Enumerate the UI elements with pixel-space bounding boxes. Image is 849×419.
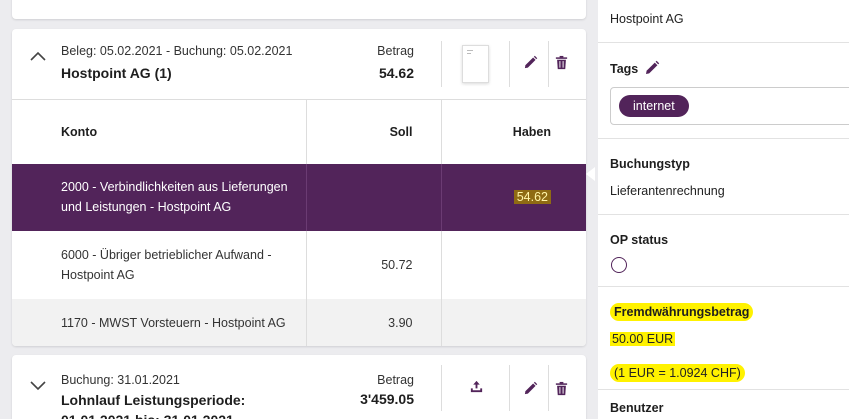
fx-label: Fremdwährungsbetrag <box>610 303 754 321</box>
divider <box>548 41 549 87</box>
row-soll <box>306 163 442 231</box>
detail-pointer <box>586 167 595 181</box>
divider <box>441 41 442 87</box>
highlighted-amount: 54.62 <box>513 190 551 204</box>
row-konto: 6000 - Übriger betrieblicher Aufwand - H… <box>12 230 307 299</box>
op-status-label: OP status <box>610 233 669 247</box>
buchungstyp-label: Buchungstyp <box>610 157 690 171</box>
journal-entry-card: Beleg: 05.02.2021 - Buchung: 05.02.2021 … <box>12 29 586 346</box>
previous-entry-card <box>12 0 586 19</box>
divider <box>598 138 849 139</box>
amount-value: 54.62 <box>378 65 414 81</box>
column-haben: Haben <box>441 99 586 164</box>
benutzer-label: Benutzer <box>610 401 664 415</box>
table-row[interactable]: 6000 - Übriger betrieblicher Aufwand - H… <box>12 230 586 299</box>
tag-chip[interactable]: internet <box>619 95 689 117</box>
divider <box>441 365 442 411</box>
table-row-selected[interactable]: 2000 - Verbindlichkeiten aus Lieferungen… <box>12 163 586 231</box>
divider <box>509 365 510 411</box>
edit-tags-icon[interactable] <box>644 60 660 76</box>
buchungstyp-value: Lieferantenrechnung <box>610 184 725 198</box>
creditor-name: Hostpoint AG <box>610 12 684 26</box>
amount-value: 3'459.05 <box>360 391 414 407</box>
amount-label: Betrag <box>377 44 414 58</box>
divider <box>548 365 549 411</box>
fx-rate-text: (1 EUR = 1.0924 CHF) <box>610 364 745 382</box>
tags-label: Tags <box>610 62 639 76</box>
row-soll: 50.72 <box>306 230 442 299</box>
entry-lines-table: Konto Soll Haben 2000 - Verbindlichkeite… <box>12 99 586 346</box>
fx-rate: (1 EUR = 1.0924 CHF) <box>610 364 745 382</box>
amount-label: Betrag <box>377 373 414 387</box>
entry-header[interactable]: Beleg: 05.02.2021 - Buchung: 05.02.2021 … <box>12 29 586 99</box>
tags-input[interactable]: internet <box>610 87 849 125</box>
table-header-row: Konto Soll Haben <box>12 99 586 164</box>
detail-panel: Hostpoint AG Tags internet Buchungstyp L… <box>598 0 849 419</box>
row-konto: 2000 - Verbindlichkeiten aus Lieferungen… <box>12 163 307 231</box>
op-status-radio[interactable] <box>611 257 627 273</box>
edit-icon[interactable] <box>521 53 539 71</box>
edit-icon[interactable] <box>521 379 539 397</box>
chevron-up-icon[interactable] <box>29 47 47 65</box>
entry-title: Lohnlauf Leistungsperiode: 01.01.2021 bi… <box>61 392 246 419</box>
divider <box>598 389 849 390</box>
journal-entry-card[interactable]: Buchung: 31.01.2021 Lohnlauf Leistungspe… <box>12 355 586 419</box>
row-konto: 1170 - MWST Vorsteuern - Hostpoint AG <box>12 298 307 346</box>
column-soll: Soll <box>306 99 442 164</box>
row-soll: 3.90 <box>306 298 442 346</box>
trash-icon[interactable] <box>552 53 570 71</box>
column-konto: Konto <box>12 99 307 164</box>
entry-title: Hostpoint AG (1) <box>61 65 172 81</box>
divider <box>598 42 849 43</box>
divider <box>598 214 849 215</box>
chevron-down-icon[interactable] <box>29 377 47 395</box>
upload-icon[interactable] <box>467 377 485 395</box>
row-haben: 54.62 <box>441 163 586 231</box>
trash-icon[interactable] <box>552 379 570 397</box>
fx-amount-text: 50.00 EUR <box>610 332 676 346</box>
fx-amount: 50.00 EUR <box>610 332 676 346</box>
document-thumbnail[interactable] <box>462 45 489 83</box>
table-row[interactable]: 1170 - MWST Vorsteuern - Hostpoint AG 3.… <box>12 298 586 346</box>
divider <box>598 286 849 287</box>
fx-label-text: Fremdwährungsbetrag <box>610 303 754 321</box>
row-haben <box>441 230 586 299</box>
divider <box>509 41 510 87</box>
row-haben <box>441 298 586 346</box>
entry-dates: Beleg: 05.02.2021 - Buchung: 05.02.2021 <box>61 44 293 58</box>
entry-dates: Buchung: 31.01.2021 <box>61 373 180 387</box>
